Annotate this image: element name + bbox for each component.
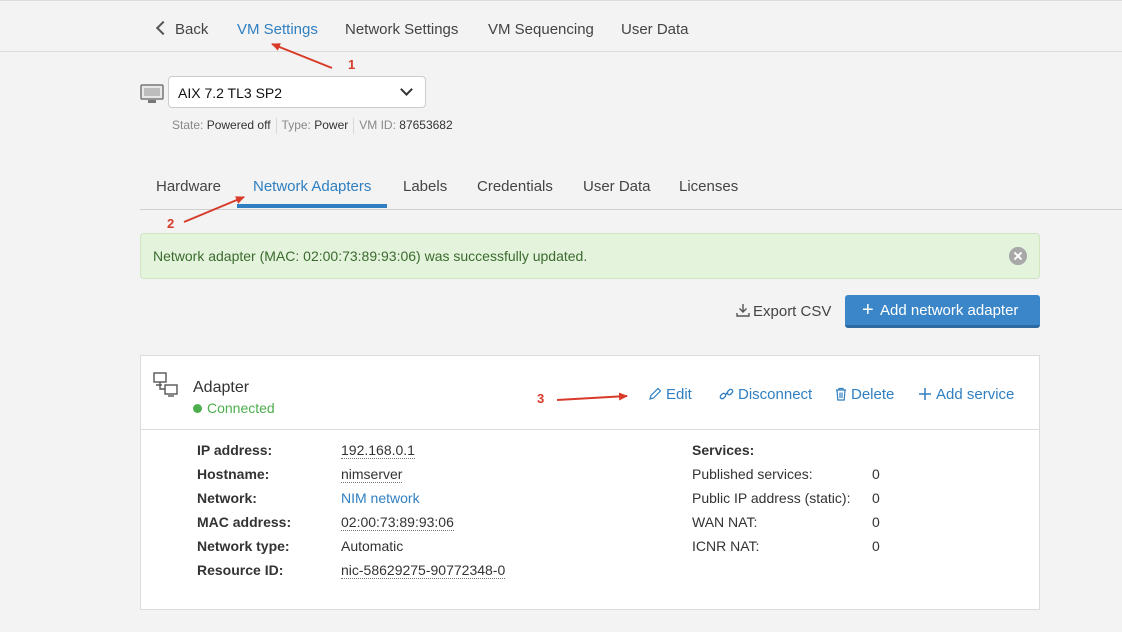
ip-address-value: 192.168.0.1 bbox=[341, 442, 415, 459]
annotation-label-3: 3 bbox=[537, 391, 545, 406]
tab-user-data[interactable]: User Data bbox=[621, 21, 689, 38]
mac-address-value: 02:00:73:89:93:06 bbox=[341, 514, 454, 531]
network-type-value: Automatic bbox=[341, 538, 404, 554]
adapter-title: Adapter bbox=[193, 379, 250, 396]
status-dot-icon bbox=[193, 404, 202, 413]
network-link[interactable]: NIM network bbox=[341, 490, 420, 506]
icnr-nat-value: 0 bbox=[872, 538, 880, 554]
resource-id-label: Resource ID: bbox=[197, 562, 284, 578]
add-service-button[interactable]: Add service bbox=[918, 386, 1014, 403]
tab-licenses[interactable]: Licenses bbox=[679, 178, 738, 195]
tab-network-adapters[interactable]: Network Adapters bbox=[253, 178, 371, 195]
tab-network-settings[interactable]: Network Settings bbox=[345, 21, 458, 38]
success-alert: Network adapter (MAC: 02:00:73:89:93:06)… bbox=[140, 233, 1040, 279]
export-csv-button[interactable]: Export CSV bbox=[736, 303, 831, 320]
back-link[interactable]: Back bbox=[155, 20, 209, 38]
delete-label: Delete bbox=[851, 386, 895, 403]
vm-id-value: 87653682 bbox=[399, 118, 453, 133]
delete-button[interactable]: Delete bbox=[835, 386, 894, 403]
tab-labels[interactable]: Labels bbox=[403, 178, 447, 195]
hostname-label: Hostname: bbox=[197, 466, 270, 482]
divider bbox=[353, 118, 355, 134]
plus-icon bbox=[919, 388, 931, 400]
published-services-label: Published services: bbox=[692, 466, 813, 482]
vm-select-value: AIX 7.2 TL3 SP2 bbox=[178, 85, 283, 101]
wan-nat-value: 0 bbox=[872, 514, 880, 530]
adapter-status: Connected bbox=[193, 400, 275, 416]
disconnect-label: Disconnect bbox=[738, 386, 813, 403]
tab-vm-sequencing[interactable]: VM Sequencing bbox=[488, 21, 594, 38]
tab-credentials[interactable]: Credentials bbox=[477, 178, 553, 195]
public-ip-label: Public IP address (static): bbox=[692, 490, 851, 506]
services-heading: Services: bbox=[692, 442, 755, 458]
divider bbox=[275, 118, 277, 134]
export-csv-label: Export CSV bbox=[753, 303, 832, 320]
adapter-card-header: Adapter Connected Edit Disconnect Delete… bbox=[141, 356, 1039, 430]
top-navigation: Back VM Settings Network Settings VM Seq… bbox=[0, 0, 1122, 52]
plus-icon: + bbox=[862, 299, 874, 321]
active-tab-indicator bbox=[237, 204, 387, 208]
disconnect-button[interactable]: Disconnect bbox=[719, 386, 812, 403]
edit-label: Edit bbox=[666, 386, 692, 403]
state-label: State: bbox=[172, 118, 204, 133]
chevron-left-icon bbox=[155, 20, 171, 36]
network-label: Network: bbox=[197, 490, 257, 506]
public-ip-value: 0 bbox=[872, 490, 880, 506]
close-icon[interactable] bbox=[1009, 247, 1027, 265]
alert-message: Network adapter (MAC: 02:00:73:89:93:06)… bbox=[153, 248, 588, 264]
adapter-card: Adapter Connected Edit Disconnect Delete… bbox=[140, 355, 1040, 610]
hostname-value: nimserver bbox=[341, 466, 403, 483]
monitor-icon bbox=[140, 84, 164, 103]
add-network-adapter-button[interactable]: + Add network adapter bbox=[845, 295, 1040, 328]
chevron-down-icon bbox=[400, 83, 413, 96]
vm-id-label: VM ID: bbox=[359, 118, 396, 133]
add-network-adapter-label: Add network adapter bbox=[880, 302, 1019, 319]
trash-icon bbox=[836, 387, 846, 401]
pencil-icon bbox=[649, 387, 662, 400]
annotation-label-1: 1 bbox=[348, 57, 356, 72]
mac-address-label: MAC address: bbox=[197, 514, 292, 530]
network-type-label: Network type: bbox=[197, 538, 290, 554]
type-label: Type: bbox=[281, 118, 311, 133]
tab-user-data-sub[interactable]: User Data bbox=[583, 178, 651, 195]
icnr-nat-label: ICNR NAT: bbox=[692, 538, 760, 554]
resource-id-value: nic-58629275-90772348-0 bbox=[341, 562, 506, 579]
state-value: Powered off bbox=[206, 118, 271, 133]
link-icon bbox=[719, 388, 734, 400]
tab-hardware[interactable]: Hardware bbox=[156, 178, 221, 195]
add-service-label: Add service bbox=[936, 386, 1015, 403]
vm-select-dropdown[interactable]: AIX 7.2 TL3 SP2 bbox=[168, 76, 426, 108]
adapter-status-label: Connected bbox=[207, 400, 275, 416]
back-label: Back bbox=[175, 21, 209, 38]
type-value: Power bbox=[314, 118, 349, 133]
wan-nat-label: WAN NAT: bbox=[692, 514, 758, 530]
network-adapter-icon bbox=[153, 372, 178, 397]
download-icon bbox=[736, 304, 750, 317]
ip-address-label: IP address: bbox=[197, 442, 273, 458]
annotation-label-2: 2 bbox=[167, 216, 175, 231]
tab-vm-settings[interactable]: VM Settings bbox=[237, 21, 318, 38]
subtabs: Hardware Network Adapters Labels Credent… bbox=[140, 170, 1122, 210]
vm-meta: State: Powered off Type: Power VM ID: 8765… bbox=[172, 118, 453, 134]
edit-button[interactable]: Edit bbox=[648, 386, 692, 403]
published-services-value: 0 bbox=[872, 466, 880, 482]
